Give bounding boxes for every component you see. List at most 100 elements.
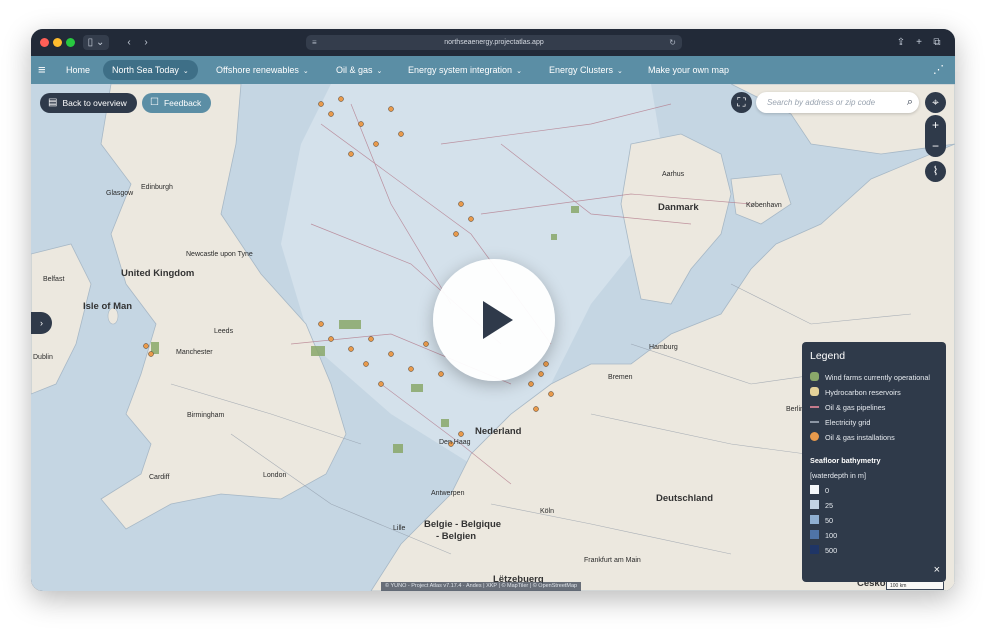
chat-icon: ☐ — [150, 97, 159, 108]
nav-energy-system-integration-label: Energy system integration — [408, 65, 513, 75]
depth-label: 500 — [825, 546, 838, 555]
new-tab-icon[interactable]: + — [912, 35, 926, 50]
chevron-down-icon: ⌄ — [516, 68, 522, 75]
nav-energy-system-integration[interactable]: Energy system integration ⌄ — [408, 56, 522, 84]
map-label-danmark: Danmark — [658, 202, 699, 213]
chevron-left-icon[interactable]: ‹ — [122, 35, 136, 50]
feedback-button[interactable]: ☐ Feedback — [142, 93, 211, 113]
map-label-newcastle: Newcastle upon Tyne — [186, 251, 253, 258]
map-label-manchester: Manchester — [176, 349, 213, 356]
zoom-out-button[interactable]: − — [925, 136, 946, 157]
chevron-right-icon[interactable]: › — [139, 35, 153, 50]
grid-swatch — [810, 421, 819, 423]
sidebar-icon[interactable]: ▯ ⌄ — [83, 35, 109, 50]
minimize-window-button[interactable] — [53, 38, 62, 47]
map-label-aarhus: Aarhus — [662, 171, 685, 178]
page-settings-icon[interactable]: ≡ — [312, 35, 317, 50]
map-label-nederland: Nederland — [475, 426, 522, 437]
map-label-belgien: - Belgien — [436, 531, 477, 542]
legend-item-label: Oil & gas installations — [825, 433, 895, 442]
depth-swatch — [810, 545, 819, 554]
map-label-edinburgh: Edinburgh — [141, 184, 173, 191]
bathymetry-title: Seafloor bathymetry — [810, 456, 881, 465]
map-label-den-haag: Den Haag — [439, 439, 471, 446]
map-scale: 100 km — [886, 582, 944, 590]
legend-item-label: Hydrocarbon reservoirs — [825, 388, 901, 397]
nav-energy-clusters[interactable]: Energy Clusters ⌄ — [549, 56, 623, 84]
tab-overview-icon[interactable]: ⧉ — [930, 35, 944, 50]
hamburger-icon[interactable]: ≡ — [38, 56, 46, 84]
nav-offshore-renewables[interactable]: Offshore renewables ⌄ — [216, 56, 309, 84]
legend-item-grid: Electricity grid — [810, 417, 870, 429]
map-label-glasgow: Glasgow — [106, 190, 134, 197]
map-label-kobenhavn: København — [746, 202, 782, 209]
legend-item-label: Oil & gas pipelines — [825, 403, 886, 412]
map-label-bremen: Bremen — [608, 374, 633, 381]
top-navigation: ≡ Home North Sea Today ⌄ Offshore renewab… — [31, 56, 955, 84]
nav-oil-gas[interactable]: Oil & gas ⌄ — [336, 56, 382, 84]
search-icon[interactable]: ⌕ — [907, 92, 913, 113]
share-browser-icon[interactable]: ⇪ — [894, 35, 908, 50]
video-play-button[interactable] — [433, 259, 555, 381]
browser-window: ▯ ⌄ ‹ › ≡ northseaenergy.projectatlas.ap… — [31, 29, 955, 591]
depth-swatch — [810, 485, 819, 494]
chevron-down-icon: ⌄ — [302, 68, 309, 75]
map-label-koln: Köln — [540, 508, 555, 515]
locate-icon[interactable]: ⌖ — [925, 92, 946, 113]
map-label-antwerpen: Antwerpen — [431, 490, 465, 497]
map-label-deutschland: Deutschland — [656, 493, 714, 504]
nav-oil-gas-label: Oil & gas — [336, 65, 373, 75]
chevron-down-icon: ⌄ — [182, 68, 189, 75]
back-to-overview-button[interactable]: ▤ Back to overview — [40, 93, 137, 113]
nav-make-your-own-map[interactable]: Make your own map — [648, 56, 729, 84]
legend-item-label: Wind farms currently operational — [825, 373, 931, 382]
browser-titlebar: ▯ ⌄ ‹ › ≡ northseaenergy.projectatlas.ap… — [31, 29, 955, 56]
fullscreen-icon[interactable]: ⛶ — [731, 92, 752, 113]
map-label-hamburg: Hamburg — [649, 344, 678, 351]
depth-label: 100 — [825, 531, 838, 540]
zoom-in-button[interactable]: + — [925, 115, 946, 136]
feedback-label: Feedback — [163, 98, 202, 108]
map-icon: ▤ — [48, 97, 58, 108]
depth-swatch — [810, 530, 819, 539]
close-window-button[interactable] — [40, 38, 49, 47]
reload-icon[interactable]: ↻ — [669, 35, 676, 50]
search-input[interactable]: Search by address or zip code ⌕ — [756, 92, 919, 113]
map-label-dublin: Dublin — [33, 354, 53, 361]
depth-label: 25 — [825, 501, 834, 510]
depth-50: 50 — [810, 515, 833, 527]
legend-item-pipelines: Oil & gas pipelines — [810, 402, 885, 414]
legend-item-wind-farms: Wind farms currently operational — [810, 372, 930, 384]
map-label-belgie: Belgie - Belgique — [424, 519, 502, 530]
search-placeholder: Search by address or zip code — [767, 98, 876, 107]
maximize-window-button[interactable] — [66, 38, 75, 47]
map-label-cardiff: Cardiff — [149, 474, 170, 481]
measure-ruler-icon[interactable]: ⌇ — [925, 161, 946, 182]
nav-home[interactable]: Home — [66, 56, 90, 84]
depth-500: 500 — [810, 545, 837, 557]
legend-item-installations: Oil & gas installations — [810, 432, 895, 444]
map-label-lille: Lille — [393, 525, 406, 532]
close-icon[interactable]: × — [934, 564, 940, 576]
nav-north-sea-today[interactable]: North Sea Today ⌄ — [103, 60, 198, 80]
nav-energy-clusters-label: Energy Clusters — [549, 65, 614, 75]
bathymetry-unit: [waterdepth in m] — [810, 471, 866, 480]
map-label-leeds: Leeds — [214, 328, 234, 335]
address-bar[interactable]: ≡ northseaenergy.projectatlas.app ↻ — [306, 35, 682, 50]
depth-0: 0 — [810, 485, 829, 497]
share-icon[interactable]: ⋰ — [933, 56, 944, 84]
map-label-birmingham: Birmingham — [187, 412, 225, 419]
back-to-overview-label: Back to overview — [62, 98, 127, 108]
map-canvas[interactable]: Glasgow Edinburgh Newcastle upon Tyne Un… — [31, 84, 955, 591]
wind-farm-swatch — [810, 372, 819, 381]
map-label-uk: United Kingdom — [121, 268, 195, 279]
expand-panel-button[interactable]: › — [31, 312, 52, 334]
chevron-down-icon: ⌄ — [617, 68, 623, 75]
depth-label: 0 — [825, 486, 830, 495]
depth-100: 100 — [810, 530, 837, 542]
legend-item-hydrocarbon: Hydrocarbon reservoirs — [810, 387, 901, 399]
map-label-belfast: Belfast — [43, 276, 65, 283]
nav-north-sea-today-label: North Sea Today — [112, 65, 179, 75]
map-label-london: London — [263, 472, 287, 479]
legend-item-label: Electricity grid — [825, 418, 871, 427]
